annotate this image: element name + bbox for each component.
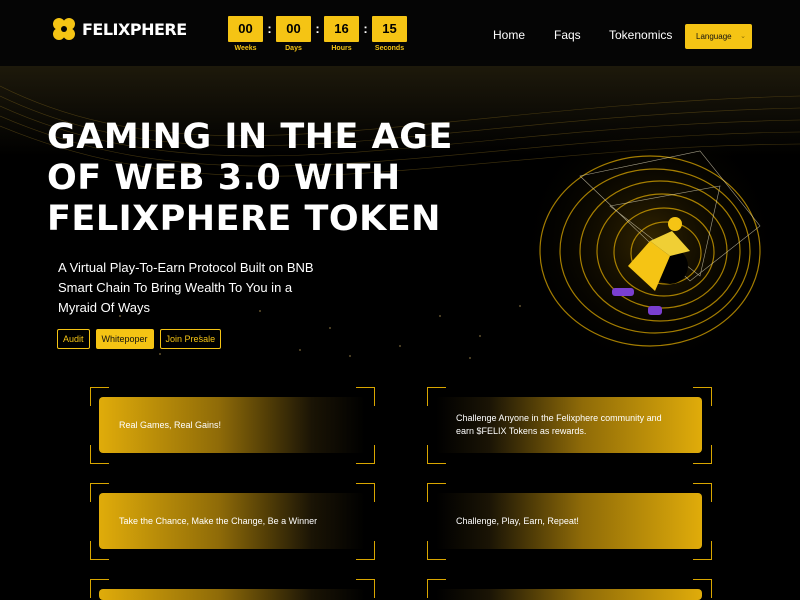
countdown-seconds-value: 15 [372, 16, 407, 42]
feature-card-frame-partial [90, 579, 375, 600]
clover-icon [53, 18, 75, 40]
join-presale-button[interactable]: Join Presale [159, 329, 222, 349]
countdown-seconds-label: Seconds [374, 45, 405, 52]
countdown-hours-value: 16 [324, 16, 359, 42]
chevron-down-icon: ⌄ [740, 33, 746, 40]
feature-card-frame: Challenge Anyone in the Felixphere commu… [427, 387, 712, 464]
countdown-days-value: 00 [276, 16, 311, 42]
countdown-days-label: Days [285, 45, 302, 52]
whitepaper-button[interactable]: Whitepoper [95, 329, 154, 349]
feature-card-frame-partial [427, 579, 712, 600]
presale-countdown: 00 Weeks : 00 Days : 16 Hours : 15 Secon… [228, 16, 407, 52]
feature-card-frame: Challenge, Play, Earn, Repeat! [427, 483, 712, 560]
countdown-separator: : [315, 21, 320, 36]
countdown-separator: : [363, 21, 368, 36]
feature-card-partial [436, 589, 702, 600]
hero-title: GAMING IN THE AGE OF WEB 3.0 WITH FELIXP… [47, 117, 453, 239]
feature-card-partial [99, 589, 365, 600]
feature-card: Challenge Anyone in the Felixphere commu… [436, 397, 702, 453]
brand-name: FELIXPHERE [82, 19, 187, 39]
countdown-weeks: 00 Weeks [228, 16, 263, 52]
nav-tokenomics[interactable]: Tokenomics [609, 28, 672, 42]
countdown-weeks-label: Weeks [234, 45, 257, 52]
hero-button-group: Audit Whitepoper Join Presale [57, 329, 222, 349]
countdown-hours-label: Hours [331, 45, 352, 52]
feature-card-frame: Real Games, Real Gains! [90, 387, 375, 464]
countdown-hours: 16 Hours [324, 16, 359, 52]
countdown-days: 00 Days [276, 16, 311, 52]
audit-button[interactable]: Audit [57, 329, 90, 349]
hero-subtitle: A Virtual Play-To-Earn Protocol Built on… [58, 260, 314, 315]
nav-home[interactable]: Home [493, 28, 525, 42]
feature-card: Real Games, Real Gains! [99, 397, 365, 453]
countdown-separator: : [267, 21, 272, 36]
feature-card-frame: Take the Chance, Make the Change, Be a W… [90, 483, 375, 560]
nav-faqs[interactable]: Faqs [554, 28, 581, 42]
brand-logo[interactable]: FELIXPHERE [50, 15, 187, 43]
feature-card: Challenge, Play, Earn, Repeat! [436, 493, 702, 549]
site-header: FELIXPHERE 00 Weeks : 00 Days : 16 Hours… [0, 0, 800, 66]
countdown-seconds: 15 Seconds [372, 16, 407, 52]
feature-card: Take the Chance, Make the Change, Be a W… [99, 493, 365, 549]
countdown-weeks-value: 00 [228, 16, 263, 42]
language-dropdown[interactable]: Language ⌄ [685, 24, 752, 49]
language-label: Language [696, 32, 732, 41]
